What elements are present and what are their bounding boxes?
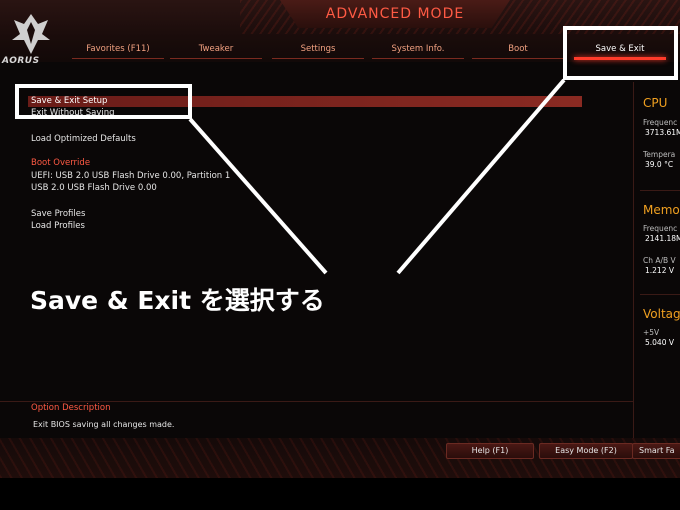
annotation-arrows bbox=[188, 78, 566, 275]
bottom-black-band bbox=[0, 478, 680, 510]
bios-screen: ADVANCED MODE AORUS Favorites (F11) Twea… bbox=[0, 0, 680, 478]
pointer-line-left bbox=[188, 117, 328, 275]
pointer-line-right bbox=[396, 78, 566, 275]
annotation-caption: Save & Exit を選択する bbox=[30, 286, 325, 315]
